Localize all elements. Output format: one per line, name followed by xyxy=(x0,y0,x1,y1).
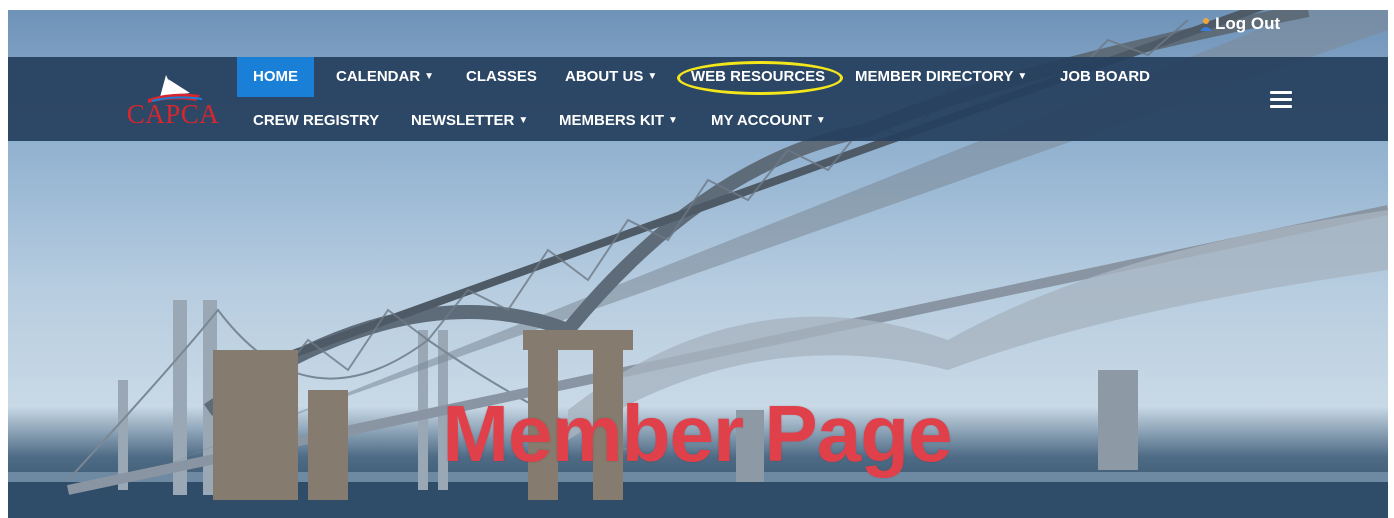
nav-newsletter[interactable]: NEWSLETTER ▼ xyxy=(411,101,528,141)
logout-link[interactable]: Log Out xyxy=(1200,14,1280,34)
nav-about-us[interactable]: ABOUT US ▼ xyxy=(565,57,657,97)
nav-calendar-label: CALENDAR xyxy=(336,68,421,85)
nav-my-account-label: MY ACCOUNT xyxy=(711,112,812,129)
main-navbar: CAPCA HOME CALENDAR ▼ CLASSES ABOUT US ▼ W… xyxy=(8,57,1388,141)
nav-about-us-label: ABOUT US xyxy=(565,68,644,85)
caret-down-icon: ▼ xyxy=(1017,71,1028,83)
nav-member-directory[interactable]: MEMBER DIRECTORY ▼ xyxy=(855,57,1027,97)
nav-web-resources[interactable]: WEB RESOURCES xyxy=(691,57,825,97)
nav-job-board-label: JOB BOARD xyxy=(1060,68,1151,85)
nav-crew-registry[interactable]: CREW REGISTRY xyxy=(253,101,379,141)
nav-classes-label: CLASSES xyxy=(466,68,537,85)
hamburger-icon[interactable] xyxy=(1270,91,1292,109)
hero-title: Member Page xyxy=(442,389,952,478)
caret-down-icon: ▼ xyxy=(424,71,435,83)
nav-crew-registry-label: CREW REGISTRY xyxy=(253,112,380,129)
nav-classes[interactable]: CLASSES xyxy=(466,57,537,97)
logo-text: CAPCA xyxy=(126,99,220,129)
logout-label: Log Out xyxy=(1215,14,1281,33)
nav-home[interactable]: HOME xyxy=(237,57,314,97)
user-icon xyxy=(1200,18,1212,31)
nav-member-directory-label: MEMBER DIRECTORY xyxy=(855,68,1014,85)
nav-members-kit-label: MEMBERS KIT xyxy=(559,112,664,129)
caret-down-icon: ▼ xyxy=(518,115,529,127)
caret-down-icon: ▼ xyxy=(668,115,678,127)
capca-logo[interactable]: CAPCA xyxy=(118,71,228,131)
caret-down-icon: ▼ xyxy=(815,115,826,127)
nav-members-kit[interactable]: MEMBERS KIT ▼ xyxy=(559,101,678,141)
nav-web-resources-label: WEB RESOURCES xyxy=(691,68,826,85)
nav-newsletter-label: NEWSLETTER xyxy=(411,112,515,129)
nav-job-board[interactable]: JOB BOARD xyxy=(1060,57,1150,97)
nav-calendar[interactable]: CALENDAR ▼ xyxy=(336,57,434,97)
nav-my-account[interactable]: MY ACCOUNT ▼ xyxy=(711,101,826,141)
nav-home-label: HOME xyxy=(253,68,298,85)
caret-down-icon: ▼ xyxy=(647,71,658,83)
